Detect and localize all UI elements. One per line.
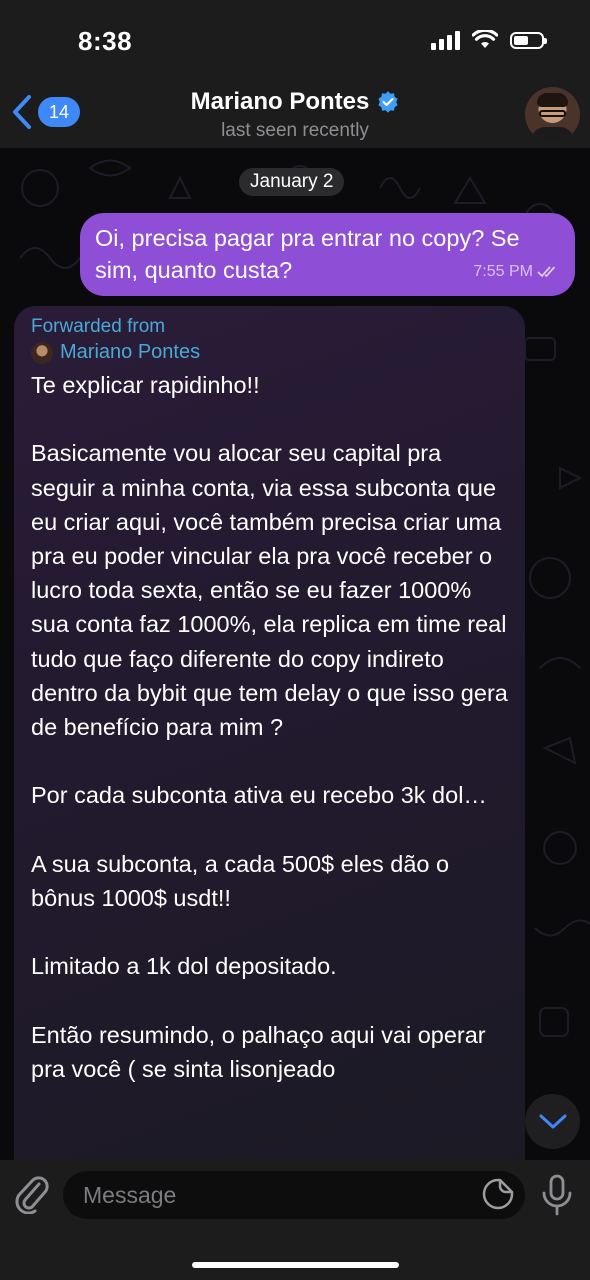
paperclip-icon[interactable] [14, 1174, 50, 1214]
message-line: Te explicar rapidinho!! [31, 372, 260, 398]
input-bar [0, 1160, 590, 1280]
double-check-icon [537, 266, 556, 278]
battery-icon [510, 31, 547, 49]
incoming-forwarded-message[interactable]: Forwarded from Mariano Pontes Te explica… [14, 306, 525, 1160]
forwarded-name: Mariano Pontes [60, 341, 201, 363]
message-line: Limitado a 1k dol depositado. [31, 953, 337, 980]
status-icons [431, 30, 547, 50]
message-line: Então resumindo, o palhaço aqui vai oper… [31, 1021, 486, 1082]
scroll-down-button[interactable] [525, 1094, 580, 1149]
forwarded-source[interactable]: Mariano Pontes [31, 341, 509, 364]
contact-name-row[interactable]: Mariano Pontes [0, 88, 590, 116]
outgoing-message-text: Oi, precisa pagar pra entrar no copy? Se… [95, 225, 520, 283]
forwarded-label: Forwarded from [31, 316, 166, 337]
outgoing-message[interactable]: Oi, precisa pagar pra entrar no copy? Se… [80, 213, 575, 296]
forwarded-avatar [31, 341, 53, 364]
cellular-signal-icon [431, 30, 460, 50]
date-separator: January 2 [239, 168, 345, 196]
sticker-icon[interactable] [482, 1178, 514, 1210]
message-time: 7:55 PM [473, 263, 533, 280]
chevron-down-icon [539, 1114, 566, 1128]
message-input[interactable] [63, 1171, 525, 1219]
message-meta: 7:55 PM [473, 256, 561, 288]
message-line: A sua subconta, a cada 500$ eles dão o b… [31, 850, 450, 911]
incoming-message-text: Te explicar rapidinho!! Basicamente vou … [31, 368, 509, 1086]
message-line: Basicamente vou alocar seu capital pra s… [31, 440, 508, 741]
message-line: Por cada subconta ativa eu recebo 3k dol… [31, 782, 487, 809]
chat-area[interactable]: January 2 Oi, precisa pagar pra entrar n… [0, 148, 590, 1160]
wifi-icon [472, 30, 498, 48]
status-time: 8:38 [78, 26, 133, 56]
avatar[interactable] [525, 87, 580, 142]
contact-name: Mariano Pontes [190, 88, 370, 115]
contact-status: last seen recently [221, 120, 369, 141]
home-indicator [192, 1262, 399, 1268]
top-bar: 8:38 14 Mariano Pontes last seen recentl… [0, 0, 590, 148]
verified-badge-icon [378, 91, 398, 113]
microphone-icon[interactable] [540, 1174, 574, 1216]
